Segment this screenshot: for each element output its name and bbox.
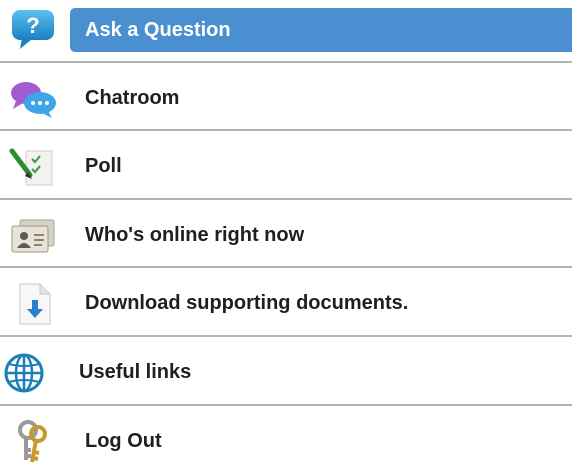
sidebar-menu: ? Ask a Question Chatroom Poll Who's onl…: [0, 0, 572, 470]
divider: [0, 61, 572, 63]
poll-checklist-icon: [9, 148, 53, 186]
download-document-icon: [19, 283, 51, 325]
menu-item-label: Download supporting documents.: [85, 292, 409, 314]
menu-item-useful-links[interactable]: Useful links: [0, 338, 572, 406]
menu-item-poll[interactable]: Poll: [0, 132, 572, 200]
menu-item-ask-question[interactable]: ? Ask a Question: [0, 0, 572, 68]
menu-item-whos-online[interactable]: Who's online right now: [0, 201, 572, 269]
svg-text:?: ?: [26, 13, 39, 38]
keys-icon: [18, 420, 47, 463]
question-bubble-icon: ?: [12, 10, 54, 49]
contact-cards-icon: [11, 219, 55, 253]
menu-item-log-out[interactable]: Log Out: [0, 407, 572, 475]
menu-item-label: Useful links: [79, 361, 192, 383]
chat-bubbles-icon: [11, 82, 56, 118]
divider: [0, 335, 572, 337]
divider: [0, 266, 572, 268]
divider: [0, 198, 572, 200]
menu-item-label: Who's online right now: [85, 224, 305, 246]
menu-item-label: Poll: [85, 155, 122, 177]
divider: [0, 129, 572, 131]
menu-item-label: Log Out: [85, 430, 162, 452]
menu-item-chatroom[interactable]: Chatroom: [0, 64, 572, 132]
menu-item-label: Chatroom: [85, 87, 180, 109]
globe-icon: [4, 353, 44, 393]
menu-item-download-documents[interactable]: Download supporting documents.: [0, 269, 572, 337]
divider: [0, 404, 572, 406]
menu-item-label: Ask a Question: [85, 19, 231, 41]
